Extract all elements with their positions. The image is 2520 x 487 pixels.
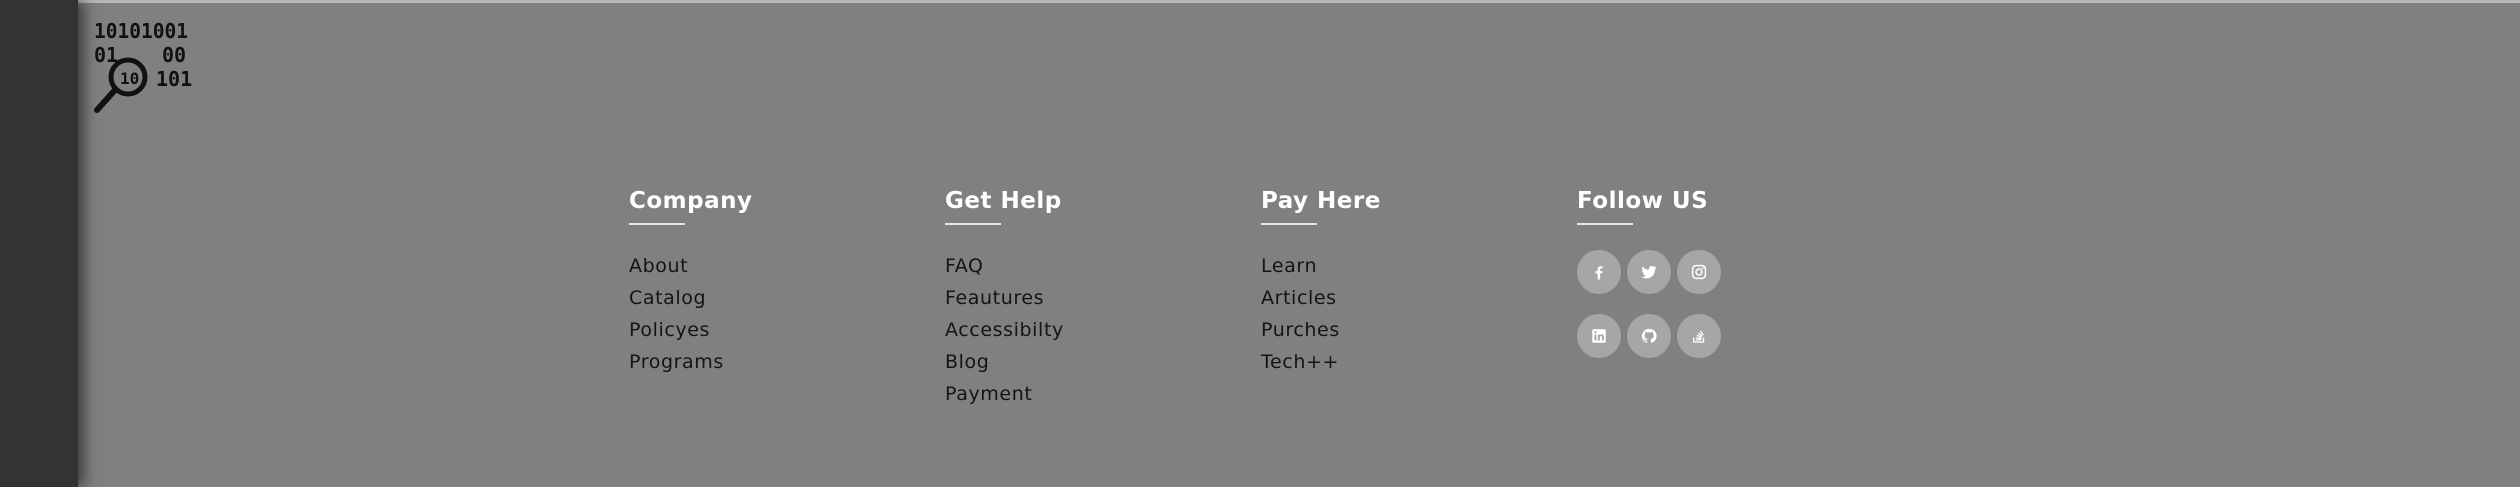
instagram-button[interactable]	[1677, 250, 1721, 294]
instagram-icon	[1691, 264, 1707, 280]
footer-columns: Company About Catalog Policyes Programs …	[629, 186, 1893, 410]
github-button[interactable]	[1627, 314, 1671, 358]
twitter-icon	[1641, 265, 1657, 279]
top-border	[0, 0, 2520, 3]
footer-column-get-help: Get Help FAQ Feautures Accessibilty Blog…	[945, 186, 1261, 410]
link-articles[interactable]: Articles	[1261, 282, 1577, 314]
link-programs[interactable]: Programs	[629, 346, 945, 378]
logo-binary-row-3: 00	[162, 43, 186, 67]
title-underline	[629, 223, 685, 225]
title-underline	[1261, 223, 1317, 225]
facebook-icon	[1595, 266, 1603, 280]
page: 10101001 01 00 10 101 Company About Cata…	[0, 0, 2520, 487]
link-learn[interactable]: Learn	[1261, 250, 1577, 282]
title-underline	[945, 223, 1001, 225]
logo-binary-row-1: 10101001	[94, 20, 188, 43]
link-payment[interactable]: Payment	[945, 378, 1261, 410]
github-icon	[1641, 328, 1657, 343]
logo[interactable]: 10101001 01 00 10 101	[92, 20, 192, 116]
logo-binary-row-4: 10	[120, 69, 139, 88]
link-policies[interactable]: Policyes	[629, 314, 945, 346]
linkedin-button[interactable]	[1577, 314, 1621, 358]
stack-overflow-icon	[1693, 330, 1705, 343]
link-tech[interactable]: Tech++	[1261, 346, 1577, 378]
social-row-1	[1577, 250, 1893, 294]
footer-column-follow-us: Follow US	[1577, 186, 1893, 410]
link-catalog[interactable]: Catalog	[629, 282, 945, 314]
link-blog[interactable]: Blog	[945, 346, 1261, 378]
logo-binary-row-5: 101	[156, 67, 192, 91]
social-row-2	[1577, 314, 1893, 358]
title-underline	[1577, 223, 1633, 225]
link-purchase[interactable]: Purches	[1261, 314, 1577, 346]
footer-column-company: Company About Catalog Policyes Programs	[629, 186, 945, 410]
column-title: Company	[629, 188, 753, 214]
twitter-button[interactable]	[1627, 250, 1671, 294]
linkedin-icon	[1592, 329, 1606, 343]
footer-column-pay-here: Pay Here Learn Articles Purches Tech++	[1261, 186, 1577, 410]
link-accessibility[interactable]: Accessibilty	[945, 314, 1261, 346]
link-about[interactable]: About	[629, 250, 945, 282]
column-title: Get Help	[945, 188, 1062, 214]
link-features[interactable]: Feautures	[945, 282, 1261, 314]
column-title: Follow US	[1577, 188, 1709, 214]
facebook-button[interactable]	[1577, 250, 1621, 294]
link-faq[interactable]: FAQ	[945, 250, 1261, 282]
magnifier-handle	[94, 87, 118, 113]
column-title: Pay Here	[1261, 188, 1381, 214]
left-sidebar	[0, 0, 78, 487]
stack-overflow-button[interactable]	[1677, 314, 1721, 358]
